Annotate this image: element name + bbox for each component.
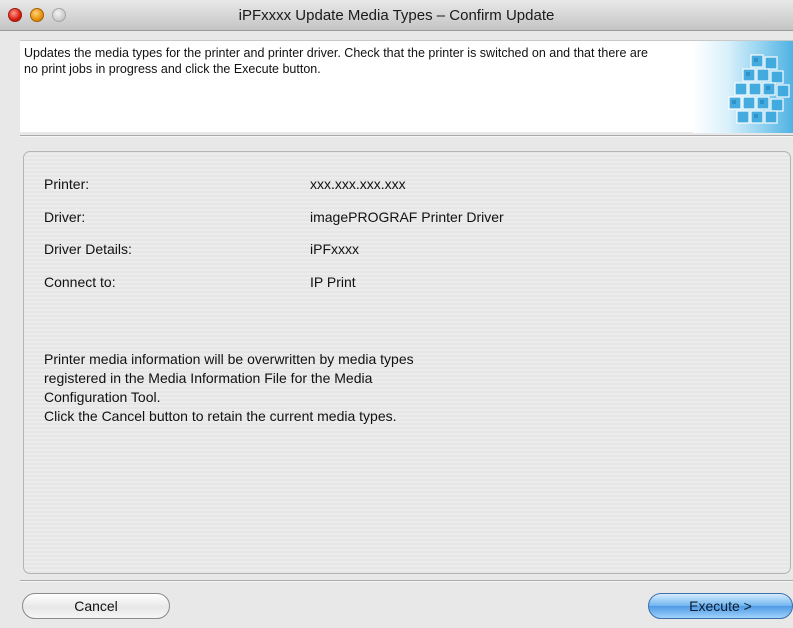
dialog-window: iPFxxxx Update Media Types – Confirm Upd… xyxy=(0,0,793,628)
printer-label: Printer: xyxy=(44,176,90,192)
info-banner: Updates the media types for the printer … xyxy=(20,40,793,133)
banner-description: Updates the media types for the printer … xyxy=(24,46,648,76)
top-divider xyxy=(20,135,793,137)
message-line: Click the Cancel button to retain the cu… xyxy=(44,408,397,424)
cancel-button[interactable]: Cancel xyxy=(22,593,170,619)
printer-value: xxx.xxx.xxx.xxx xyxy=(310,176,406,192)
driver-details-value: iPFxxxx xyxy=(310,241,359,257)
driver-label: Driver: xyxy=(44,209,86,225)
execute-button[interactable]: Execute > xyxy=(648,593,793,619)
banner-graphic xyxy=(693,41,793,133)
overwrite-warning-message: Printer media information will be overwr… xyxy=(44,350,744,426)
title-bar[interactable]: iPFxxxx Update Media Types – Confirm Upd… xyxy=(0,0,793,31)
bottom-divider xyxy=(20,580,793,582)
connect-to-label: Connect to: xyxy=(44,274,116,290)
message-line: registered in the Media Information File… xyxy=(44,370,373,386)
details-panel: Printer: xxx.xxx.xxx.xxx Driver: imagePR… xyxy=(23,151,791,574)
message-line: Printer media information will be overwr… xyxy=(44,351,414,367)
driver-value: imagePROGRAF Printer Driver xyxy=(310,209,504,225)
stacked-blocks-icon xyxy=(728,54,790,124)
message-line: Configuration Tool. xyxy=(44,389,161,405)
connect-to-value: IP Print xyxy=(310,274,356,290)
window-title: iPFxxxx Update Media Types – Confirm Upd… xyxy=(238,7,555,24)
driver-details-label: Driver Details: xyxy=(44,241,132,257)
